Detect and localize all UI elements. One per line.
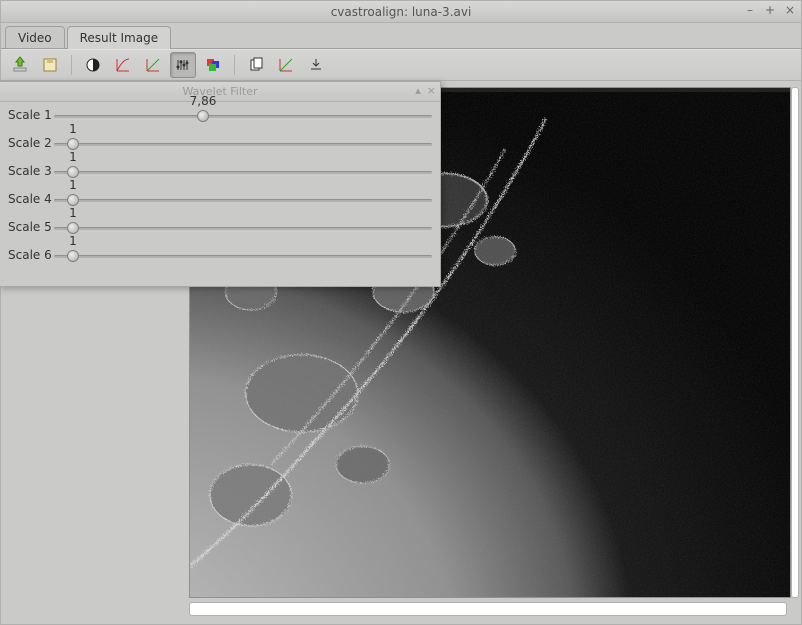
slider-thumb[interactable]: [67, 194, 79, 206]
scale-slider-6[interactable]: [54, 248, 432, 264]
slider-wrap: 7,86: [54, 108, 432, 124]
scale-slider-1[interactable]: [54, 108, 432, 124]
dialog-close-icon[interactable]: ×: [427, 84, 436, 97]
slider-track: [54, 115, 432, 118]
tab-label: Result Image: [80, 31, 158, 45]
vertical-scrollbar[interactable]: [791, 87, 799, 598]
close-icon[interactable]: ×: [783, 3, 797, 17]
dialog-body: Scale 17,86Scale 21Scale 31Scale 41Scale…: [0, 102, 440, 286]
slider-track: [54, 199, 432, 202]
maximize-icon[interactable]: +: [763, 3, 777, 17]
scale-label: Scale 5: [8, 220, 54, 236]
slider-wrap: 1: [54, 192, 432, 208]
slider-track: [54, 143, 432, 146]
open-button[interactable]: [7, 52, 33, 78]
slider-wrap: 1: [54, 164, 432, 180]
slider-track: [54, 171, 432, 174]
scale-row-6: Scale 61: [8, 248, 432, 264]
scale-value: 1: [69, 150, 77, 164]
slider-wrap: 1: [54, 136, 432, 152]
toolbar-separator: [71, 55, 72, 75]
scale-slider-3[interactable]: [54, 164, 432, 180]
copy-icon: [248, 57, 264, 73]
main-window: cvastroalign: luna-3.avi – + × Video Res…: [0, 0, 802, 625]
histogram-icon: [278, 57, 294, 73]
scale-label: Scale 1: [8, 108, 54, 124]
red-curve-icon: [115, 57, 131, 73]
scale-value: 1: [69, 234, 77, 248]
slider-thumb[interactable]: [197, 110, 209, 122]
slider-thumb[interactable]: [67, 166, 79, 178]
export-button[interactable]: [303, 52, 329, 78]
slider-wrap: 1: [54, 248, 432, 264]
rgb-balance-icon: [205, 57, 221, 73]
contrast-icon: [85, 57, 101, 73]
scale-label: Scale 3: [8, 164, 54, 180]
scale-label: Scale 6: [8, 248, 54, 264]
levels-icon: [175, 57, 191, 73]
slider-track: [54, 227, 432, 230]
save-icon: [41, 56, 59, 74]
scale-value: 1: [69, 206, 77, 220]
wavelet-filter-dialog[interactable]: Wavelet Filter ▴ × Scale 17,86Scale 21Sc…: [0, 81, 441, 287]
scale-label: Scale 4: [8, 192, 54, 208]
slider-wrap: 1: [54, 220, 432, 236]
export-icon: [308, 57, 324, 73]
toolbar-separator: [234, 55, 235, 75]
levels-button[interactable]: [170, 52, 196, 78]
scale-slider-4[interactable]: [54, 192, 432, 208]
dialog-controls: ▴ ×: [415, 84, 436, 97]
scale-slider-5[interactable]: [54, 220, 432, 236]
scale-value: 1: [69, 178, 77, 192]
contrast-button[interactable]: [80, 52, 106, 78]
minimize-icon[interactable]: –: [743, 3, 757, 17]
histogram-button[interactable]: [273, 52, 299, 78]
copy-button[interactable]: [243, 52, 269, 78]
red-curve-button[interactable]: [110, 52, 136, 78]
slider-thumb[interactable]: [67, 250, 79, 262]
toolbar: [1, 49, 801, 81]
rgb-balance-button[interactable]: [200, 52, 226, 78]
window-controls: – + ×: [743, 3, 797, 17]
scale-value: 1: [69, 122, 77, 136]
slider-thumb[interactable]: [67, 138, 79, 150]
dialog-titlebar[interactable]: Wavelet Filter ▴ ×: [0, 82, 440, 102]
open-icon: [11, 56, 29, 74]
dialog-shade-icon[interactable]: ▴: [415, 84, 421, 97]
tab-label: Video: [18, 31, 52, 45]
titlebar: cvastroalign: luna-3.avi – + ×: [1, 1, 801, 23]
scale-value: 7,86: [190, 94, 217, 108]
tab-result-image[interactable]: Result Image: [67, 26, 171, 49]
green-curve-button[interactable]: [140, 52, 166, 78]
slider-track: [54, 255, 432, 258]
tab-bar: Video Result Image: [1, 23, 801, 49]
scale-slider-2[interactable]: [54, 136, 432, 152]
slider-thumb[interactable]: [67, 222, 79, 234]
green-curve-icon: [145, 57, 161, 73]
horizontal-scrollbar[interactable]: [189, 602, 787, 616]
window-title: cvastroalign: luna-3.avi: [331, 5, 472, 19]
content-area: Wavelet Filter ▴ × Scale 17,86Scale 21Sc…: [1, 81, 801, 624]
save-button[interactable]: [37, 52, 63, 78]
tab-video[interactable]: Video: [5, 26, 65, 49]
scale-label: Scale 2: [8, 136, 54, 152]
